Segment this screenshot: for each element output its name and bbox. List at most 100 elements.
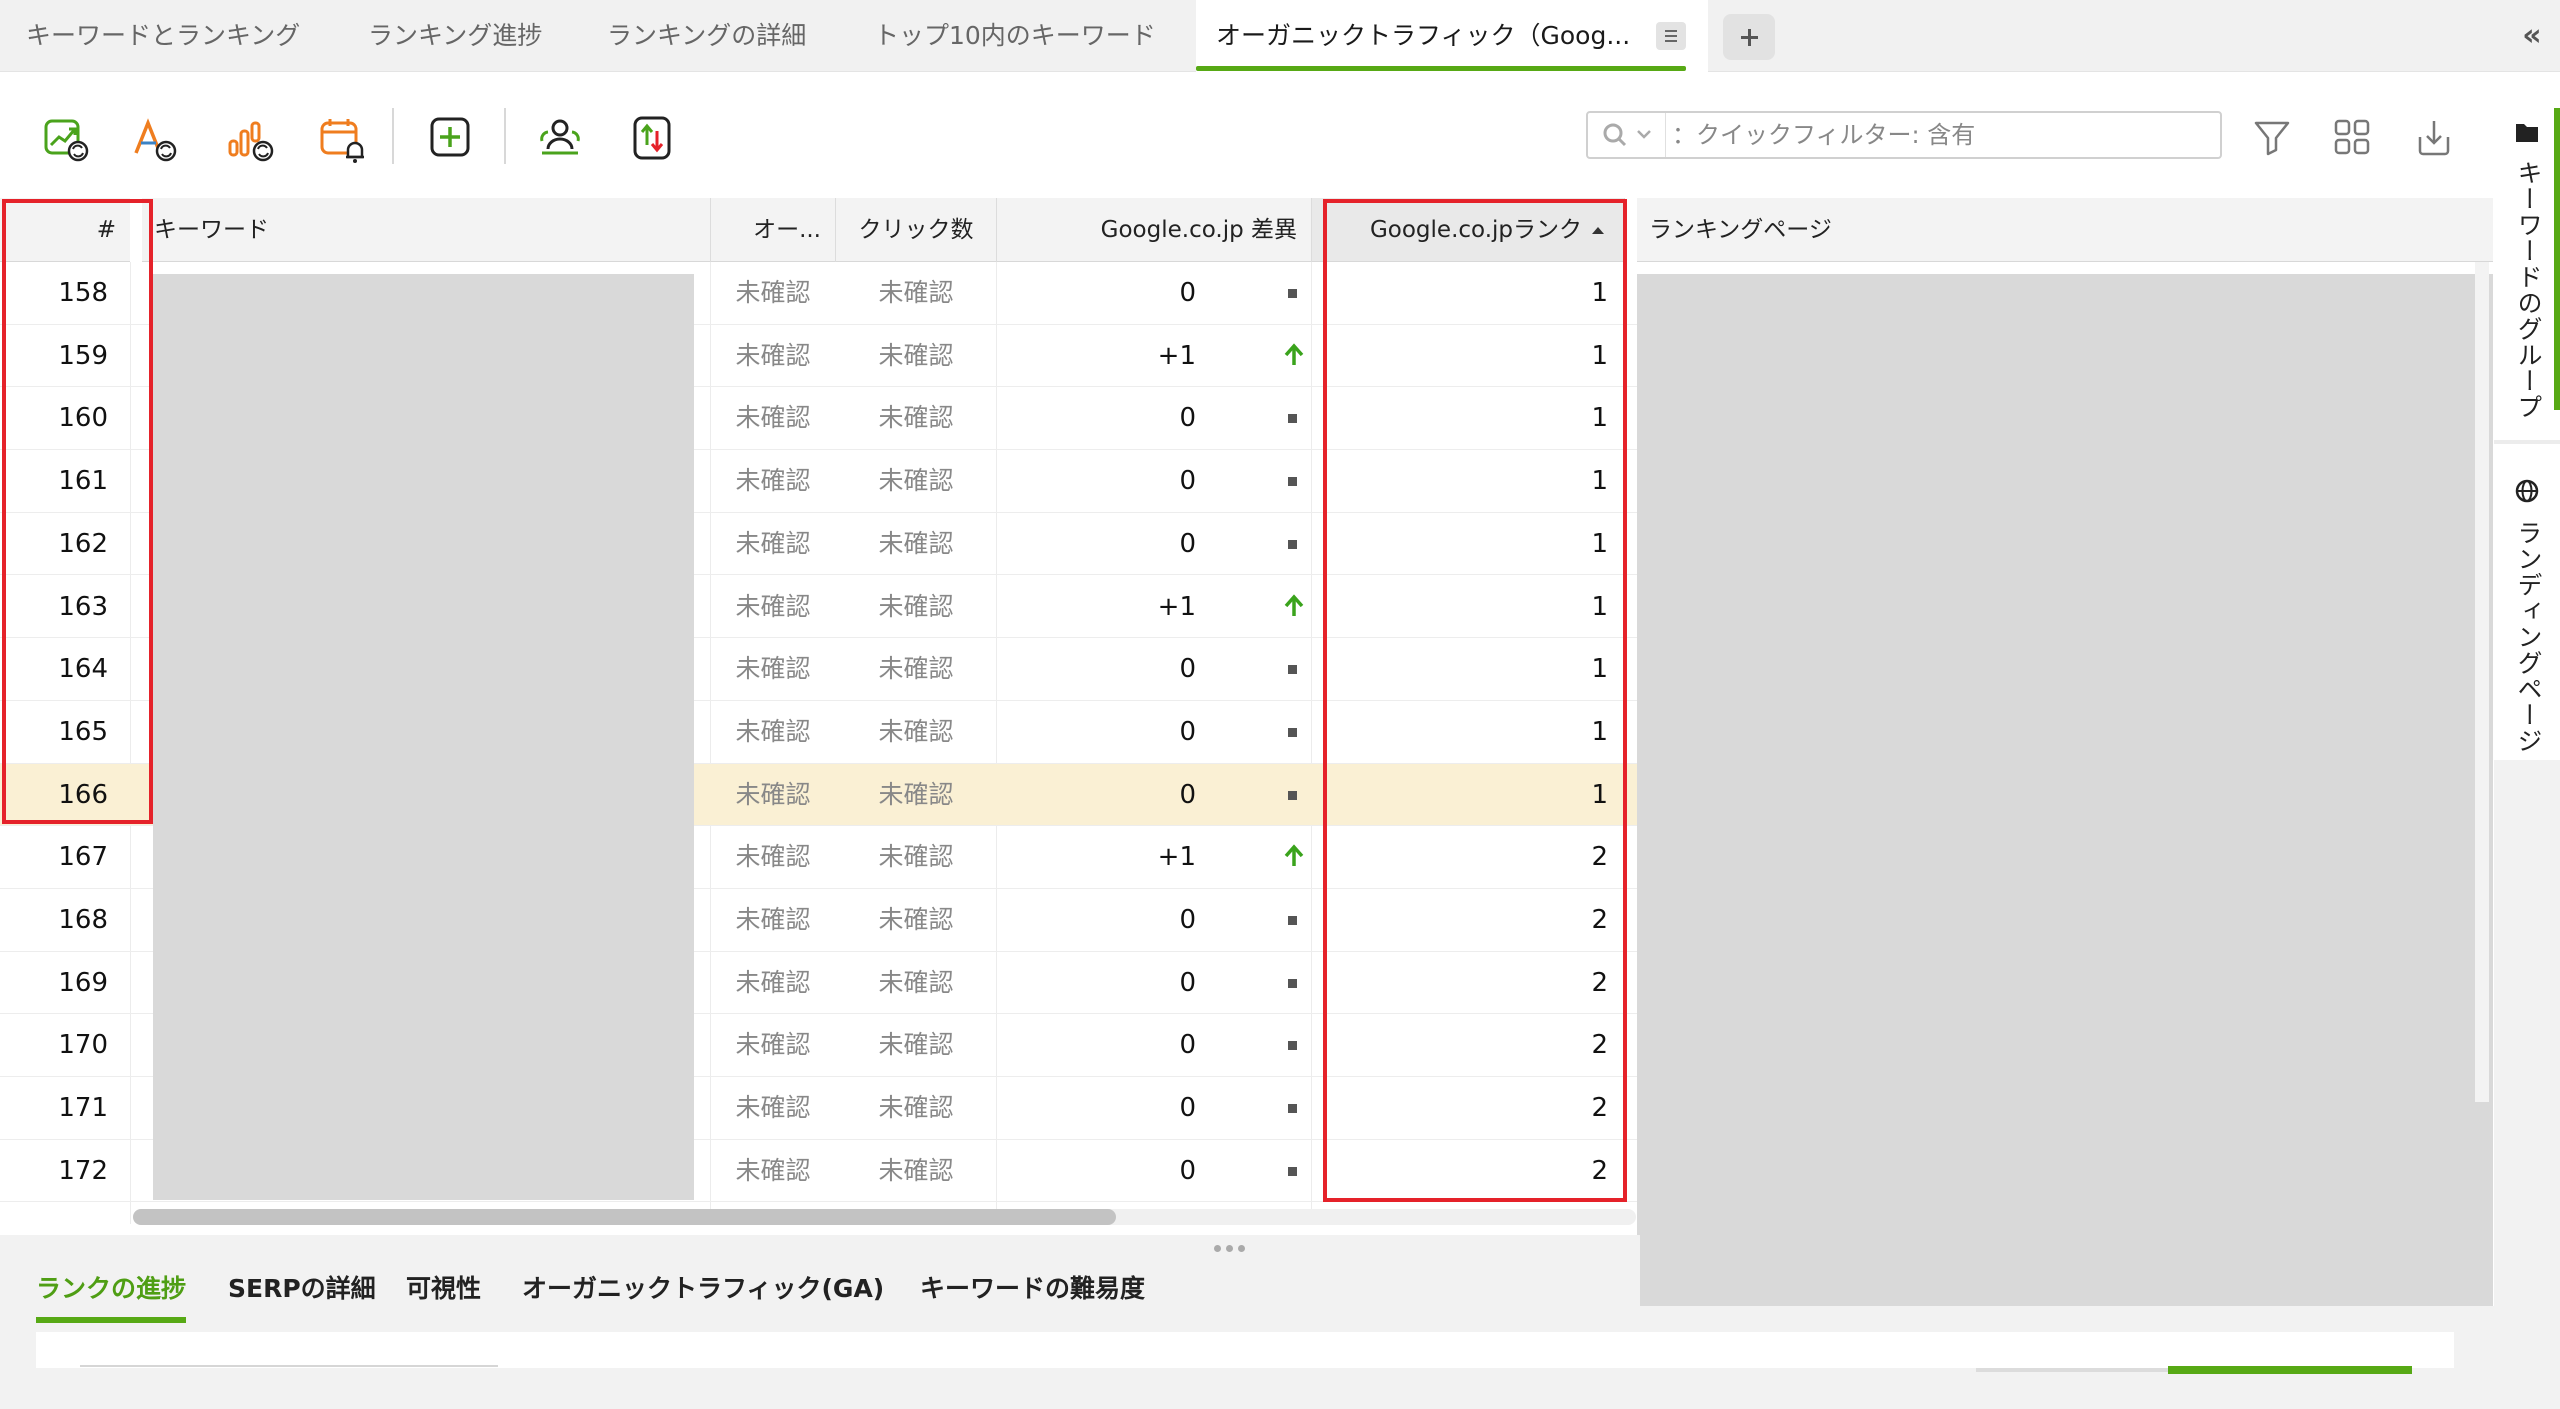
export-icon[interactable] <box>2410 113 2458 161</box>
filter-icon[interactable] <box>2248 113 2296 161</box>
rank-diff-value: 0 <box>1179 1155 1196 1186</box>
side-tab-label: キーワードのグループ <box>2514 160 2543 420</box>
folder-icon <box>2516 124 2538 142</box>
organic-value: 未確認 <box>735 278 811 307</box>
bottom-tab-rank-progress[interactable]: ランクの進捗 <box>36 1265 187 1325</box>
trend-up-icon <box>1280 826 1308 888</box>
header-clicks[interactable]: クリック数 <box>836 198 996 262</box>
quick-filter-input[interactable] <box>1672 117 2212 153</box>
rank-diff-value: 0 <box>1179 466 1196 497</box>
header-label: クリック数 <box>858 217 974 243</box>
active-tab-indicator <box>1196 66 1686 71</box>
resize-grip[interactable] <box>1212 1245 1252 1255</box>
update-keywords-icon[interactable] <box>126 111 182 167</box>
header-label: ランキングページ <box>1649 217 1832 243</box>
no-change-icon <box>1280 262 1308 324</box>
clicks-value: 未確認 <box>878 278 954 307</box>
horizontal-scrollbar-thumb[interactable] <box>133 1209 1116 1225</box>
no-change-icon <box>1280 638 1308 700</box>
tab-organic-traffic[interactable]: オーガニックトラフィック（Goog... <box>1196 0 1708 73</box>
bottom-tab-label: 可視性 <box>406 1274 482 1303</box>
clicks-value: 未確認 <box>878 1030 954 1060</box>
active-bottom-tab-indicator <box>36 1317 187 1323</box>
rank-diff-value: +1 <box>1157 340 1196 371</box>
bottom-tab-serp-details[interactable]: SERPの詳細 <box>228 1265 376 1325</box>
side-tab-landing-pages[interactable]: ランディングページ <box>2494 470 2560 760</box>
bottom-tab-label: SERPの詳細 <box>228 1274 376 1303</box>
header-diff[interactable]: Google.co.jp 差異 <box>997 198 1311 262</box>
search-mode-dropdown[interactable] <box>1588 113 1666 157</box>
tab-ranking-details[interactable]: ランキングの詳細 <box>607 0 806 72</box>
no-change-icon <box>1280 1077 1308 1139</box>
no-change-icon <box>1280 513 1308 575</box>
organic-value: 未確認 <box>735 340 811 370</box>
rank-diff-value: 0 <box>1179 1030 1196 1061</box>
quick-filter-box[interactable] <box>1586 111 2222 159</box>
row-number: 171 <box>58 1093 108 1124</box>
row-number: 168 <box>58 905 108 935</box>
competitors-icon[interactable] <box>532 111 588 167</box>
header-organic[interactable]: オー... <box>711 198 835 262</box>
clicks-value: 未確認 <box>878 466 954 496</box>
organic-value: 未確認 <box>735 842 811 872</box>
clicks-value: 未確認 <box>878 591 954 621</box>
rank-diff-value: 0 <box>1179 905 1196 935</box>
tab-menu-icon[interactable] <box>1656 22 1686 50</box>
no-change-icon <box>1280 1014 1308 1076</box>
bottom-tab-visibility[interactable]: 可視性 <box>406 1265 481 1325</box>
header-label: キーワード <box>154 217 269 243</box>
no-change-icon <box>1280 889 1308 951</box>
no-change-icon <box>1280 701 1308 763</box>
columns-icon[interactable] <box>2328 113 2376 161</box>
header-label: Google.co.jp 差異 <box>1100 217 1297 243</box>
rank-diff-value: 0 <box>1179 403 1196 434</box>
row-number: 169 <box>58 967 108 998</box>
rank-diff-value: 0 <box>1179 716 1196 747</box>
import-export-icon[interactable] <box>626 111 682 167</box>
clicks-value: 未確認 <box>878 654 954 684</box>
row-number: 172 <box>58 1155 108 1186</box>
side-tab-label: ランディングページ <box>2514 520 2543 754</box>
bottom-tab-label: ランクの進捗 <box>36 1274 187 1303</box>
right-side-panel: キーワードのグループ ランディングページ <box>2494 100 2560 1409</box>
add-keywords-icon[interactable] <box>422 111 478 167</box>
clicks-value: 未確認 <box>878 528 954 558</box>
header-keyword[interactable]: キーワード <box>142 198 710 262</box>
organic-value: 未確認 <box>735 716 811 746</box>
vertical-scrollbar[interactable] <box>2475 262 2489 1102</box>
organic-value: 未確認 <box>735 466 811 496</box>
num-column-highlight <box>2 199 153 824</box>
tab-top10-keywords[interactable]: トップ10内のキーワード <box>874 0 1156 72</box>
rank-diff-value: 0 <box>1179 967 1196 998</box>
bottom-panel-bar <box>1976 1368 2168 1372</box>
collapse-panel-icon[interactable]: « <box>2512 14 2552 58</box>
organic-value: 未確認 <box>735 591 811 621</box>
bottom-tab-label: キーワードの難易度 <box>920 1274 1146 1303</box>
bottom-tab-organic-traffic-ga[interactable]: オーガニックトラフィック(GA) <box>522 1265 884 1325</box>
toolbar <box>0 73 2490 195</box>
tab-ranking-progress[interactable]: ランキング進捗 <box>368 0 542 72</box>
rank-diff-value: 0 <box>1179 779 1196 810</box>
organic-value: 未確認 <box>735 1155 811 1185</box>
side-tab-keyword-groups[interactable]: キーワードのグループ <box>2494 108 2560 420</box>
schedule-icon[interactable] <box>314 111 370 167</box>
tab-keywords-rankings[interactable]: キーワードとランキング <box>26 0 300 72</box>
keyword-column-redacted <box>153 274 694 1200</box>
header-label: オー... <box>753 217 821 243</box>
organic-value: 未確認 <box>735 403 811 433</box>
add-tab-button[interactable] <box>1723 14 1775 60</box>
organic-value: 未確認 <box>735 528 811 558</box>
clicks-value: 未確認 <box>878 842 954 872</box>
update-traffic-icon[interactable] <box>222 111 278 167</box>
row-number: 170 <box>58 1030 108 1061</box>
side-panel-empty <box>2494 760 2560 1409</box>
clicks-value: 未確認 <box>878 905 954 934</box>
rank-diff-value: 0 <box>1179 1093 1196 1124</box>
toolbar-separator <box>504 108 506 164</box>
bottom-tab-keyword-difficulty[interactable]: キーワードの難易度 <box>920 1265 1145 1325</box>
no-change-icon <box>1280 764 1308 826</box>
tab-label: ランキングの詳細 <box>607 21 807 50</box>
header-ranking-page[interactable]: ランキングページ <box>1637 198 2493 262</box>
rank-diff-value: 0 <box>1179 278 1196 308</box>
update-rankings-icon[interactable] <box>38 111 94 167</box>
